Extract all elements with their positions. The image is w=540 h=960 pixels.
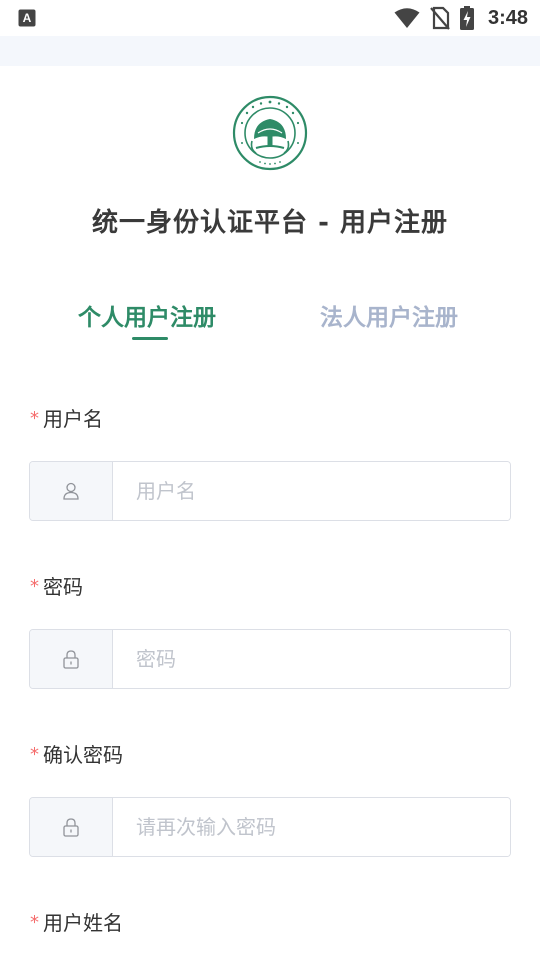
real-name-label-text: 用户姓名 [43,911,123,935]
institution-seal-logo [232,95,308,171]
status-icons: 3:48 [394,4,528,32]
password-input[interactable] [113,630,510,688]
lock-icon [63,818,79,837]
username-label: * 用户名 [30,403,103,432]
tab-personal-registration[interactable]: 个人用户注册 [78,298,216,332]
tab-legal-registration[interactable]: 法人用户注册 [320,298,458,332]
active-tab-indicator [132,337,168,340]
no-sim-icon [430,6,450,30]
password-label-text: 密码 [43,575,83,599]
page-title: 统一身份认证平台 - 用户注册 [92,208,448,238]
confirm-password-label: * 确认密码 [30,739,123,768]
battery-charging-icon [459,6,474,30]
username-input[interactable] [113,462,510,520]
username-label-text: 用户名 [43,407,103,431]
confirm-password-label-text: 确认密码 [43,743,123,767]
required-mark: * [30,408,39,429]
real-name-label: * 用户姓名 [30,907,123,936]
confirm-password-prepend [30,798,113,856]
required-mark: * [30,744,39,765]
status-bar: A 3:48 [0,0,540,36]
username-prepend [30,462,113,520]
confirm-password-input-group [29,797,511,857]
password-prepend [30,630,113,688]
username-input-group [29,461,511,521]
required-mark: * [30,576,39,597]
user-icon [63,482,79,500]
lock-icon [63,650,79,669]
required-mark: * [30,912,39,933]
svg-text:A: A [23,11,32,25]
confirm-password-input[interactable] [113,798,510,856]
password-input-group [29,629,511,689]
password-label: * 密码 [30,571,83,600]
keyboard-a-icon: A [18,9,36,27]
status-time: 3:48 [487,6,528,29]
wifi-icon [394,8,420,28]
header-strip [0,36,540,66]
